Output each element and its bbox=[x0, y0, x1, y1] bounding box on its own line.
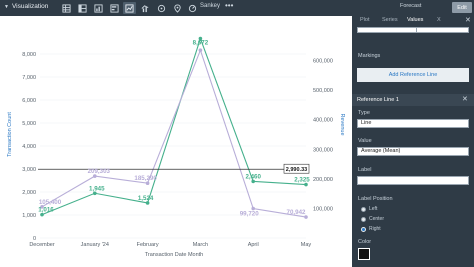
y2-tick-label: 200,000 bbox=[313, 177, 333, 183]
reference-line-header: Reference Line 1 ✕ bbox=[352, 94, 474, 106]
transaction-count-data-label: 8,672 bbox=[193, 40, 209, 47]
type-select[interactable]: Line bbox=[357, 119, 469, 128]
markings-label: Markings bbox=[358, 53, 381, 59]
revenue-data-label: 70,942 bbox=[287, 209, 306, 216]
transaction-count-data-label: 1,945 bbox=[89, 185, 105, 192]
panel-tabs: Plot Series Values X bbox=[352, 16, 474, 25]
visualization-toolbar: ▼ Visualization Sankey ••• Forecast Edit bbox=[0, 0, 474, 16]
x-tick-label: April bbox=[248, 242, 259, 248]
column-chart-button[interactable] bbox=[92, 2, 105, 14]
pivot-table-icon bbox=[78, 3, 87, 13]
radio-left-dot[interactable] bbox=[361, 206, 366, 212]
more-options-icon[interactable]: ••• bbox=[225, 1, 233, 10]
reference-line-label: 2,990.33 bbox=[286, 167, 307, 173]
y2-axis-title: Revenue bbox=[339, 113, 345, 135]
x-tick-label: January '24 bbox=[81, 242, 109, 248]
transaction-count-data-label: 1,016 bbox=[38, 207, 54, 214]
label-position-label: Label Position bbox=[358, 196, 393, 202]
x-tick-label: May bbox=[301, 242, 312, 248]
gauge-chart-button[interactable] bbox=[186, 2, 199, 14]
revenue-point bbox=[198, 48, 203, 53]
column-chart-icon bbox=[94, 3, 103, 13]
x-axis-title: Transaction Date Month bbox=[145, 252, 204, 258]
y2-tick-label: 500,000 bbox=[313, 88, 333, 94]
bar-chart-button[interactable] bbox=[108, 2, 121, 14]
tab-values[interactable]: Values bbox=[407, 17, 423, 23]
chart-canvas: 01,0002,0003,0004,0005,0006,0007,0008,00… bbox=[7, 36, 345, 258]
remove-reference-line-icon[interactable]: ✕ bbox=[462, 95, 468, 103]
close-panel-icon[interactable]: ✕ bbox=[465, 16, 471, 24]
value-label: Value bbox=[358, 138, 372, 144]
transaction-count-data-label: 1,524 bbox=[138, 195, 154, 202]
y-tick-label: 1,000 bbox=[22, 213, 36, 219]
y2-tick-label: 400,000 bbox=[313, 118, 333, 124]
radio-left-label: Left bbox=[369, 206, 378, 212]
reference-line-title: Reference Line 1 bbox=[357, 97, 399, 103]
radio-right-label: Right bbox=[369, 226, 381, 232]
color-label: Color bbox=[358, 239, 372, 245]
y2-tick-label: 600,000 bbox=[313, 59, 333, 65]
y2-tick-label: 300,000 bbox=[313, 147, 333, 153]
radio-center[interactable]: Center bbox=[361, 216, 384, 222]
tab-x[interactable]: X bbox=[437, 17, 441, 23]
color-swatch[interactable] bbox=[358, 248, 370, 260]
value-select[interactable]: Average (Mean) bbox=[357, 147, 469, 156]
scatter-chart-button[interactable] bbox=[155, 2, 168, 14]
transaction-count-data-label: 2,325 bbox=[294, 177, 310, 184]
combo-chart-button[interactable] bbox=[139, 2, 152, 14]
label-label: Label bbox=[358, 167, 372, 173]
radio-center-dot[interactable] bbox=[361, 216, 366, 222]
app-window: ▼ Visualization Sankey ••• Forecast Edit… bbox=[0, 0, 474, 267]
line-chart: 0 1,000 2,000 3,000 4,000 5,000 6,000 7,000 8,00… bbox=[0, 16, 352, 267]
tab-plot[interactable]: Plot bbox=[360, 17, 369, 23]
sankey-chart-button[interactable]: Sankey bbox=[200, 3, 220, 9]
table-chart-button[interactable] bbox=[60, 2, 73, 14]
gauge-icon bbox=[188, 4, 197, 12]
transaction-count-line bbox=[41, 36, 307, 216]
revenue-data-label: 99,720 bbox=[240, 211, 259, 218]
y-tick-label: 8,000 bbox=[22, 52, 36, 58]
caret-down-icon: ▼ bbox=[4, 3, 9, 10]
revenue-data-label: 209,303 bbox=[88, 168, 111, 175]
edit-button[interactable]: Edit bbox=[452, 2, 472, 13]
y-axis-title: Transaction Count bbox=[7, 112, 13, 157]
revenue-data-label: 105,400 bbox=[39, 199, 62, 206]
pivot-table-button[interactable] bbox=[76, 2, 89, 14]
y-tick-label: 6,000 bbox=[22, 98, 36, 104]
tab-series[interactable]: Series bbox=[382, 17, 398, 23]
x-tick-label: December bbox=[29, 242, 55, 248]
forecast-button[interactable]: Forecast bbox=[400, 3, 421, 9]
label-input[interactable] bbox=[357, 176, 469, 185]
transaction-count-data-label: 2,460 bbox=[245, 173, 261, 180]
radio-right-dot[interactable] bbox=[361, 226, 366, 232]
x-tick-label: February bbox=[137, 242, 159, 248]
visualization-menu[interactable]: ▼ Visualization bbox=[4, 3, 48, 10]
y-tick-label: 5,000 bbox=[22, 121, 36, 127]
visualization-title: Visualization bbox=[11, 3, 49, 10]
map-chart-button[interactable] bbox=[171, 2, 184, 14]
y-tick-label: 2,000 bbox=[22, 190, 36, 196]
revenue-data-label: 185,290 bbox=[134, 175, 157, 182]
combo-chart-icon bbox=[141, 4, 149, 12]
radio-right[interactable]: Right bbox=[361, 226, 381, 232]
scatter-icon bbox=[157, 4, 166, 12]
line-chart-button[interactable] bbox=[123, 2, 136, 14]
line-chart-icon bbox=[125, 3, 134, 13]
radio-left[interactable]: Left bbox=[361, 206, 377, 212]
y-tick-label: 3,000 bbox=[22, 167, 36, 173]
bar-chart-icon bbox=[110, 3, 119, 13]
settings-panel: Plot Series Values X ✕ Markings Add Refe… bbox=[352, 16, 474, 267]
x-tick-label: March bbox=[193, 242, 208, 248]
y-tick-label: 7,000 bbox=[22, 75, 36, 81]
radio-center-label: Center bbox=[369, 216, 385, 222]
y2-tick-label: 100,000 bbox=[313, 206, 333, 212]
table-icon bbox=[62, 3, 71, 13]
type-label: Type bbox=[358, 110, 370, 116]
map-pin-icon bbox=[174, 3, 181, 13]
y-tick-label: 4,000 bbox=[22, 144, 36, 150]
truncated-field-2[interactable] bbox=[416, 27, 469, 33]
add-reference-line-button[interactable]: Add Reference Line bbox=[357, 68, 469, 82]
